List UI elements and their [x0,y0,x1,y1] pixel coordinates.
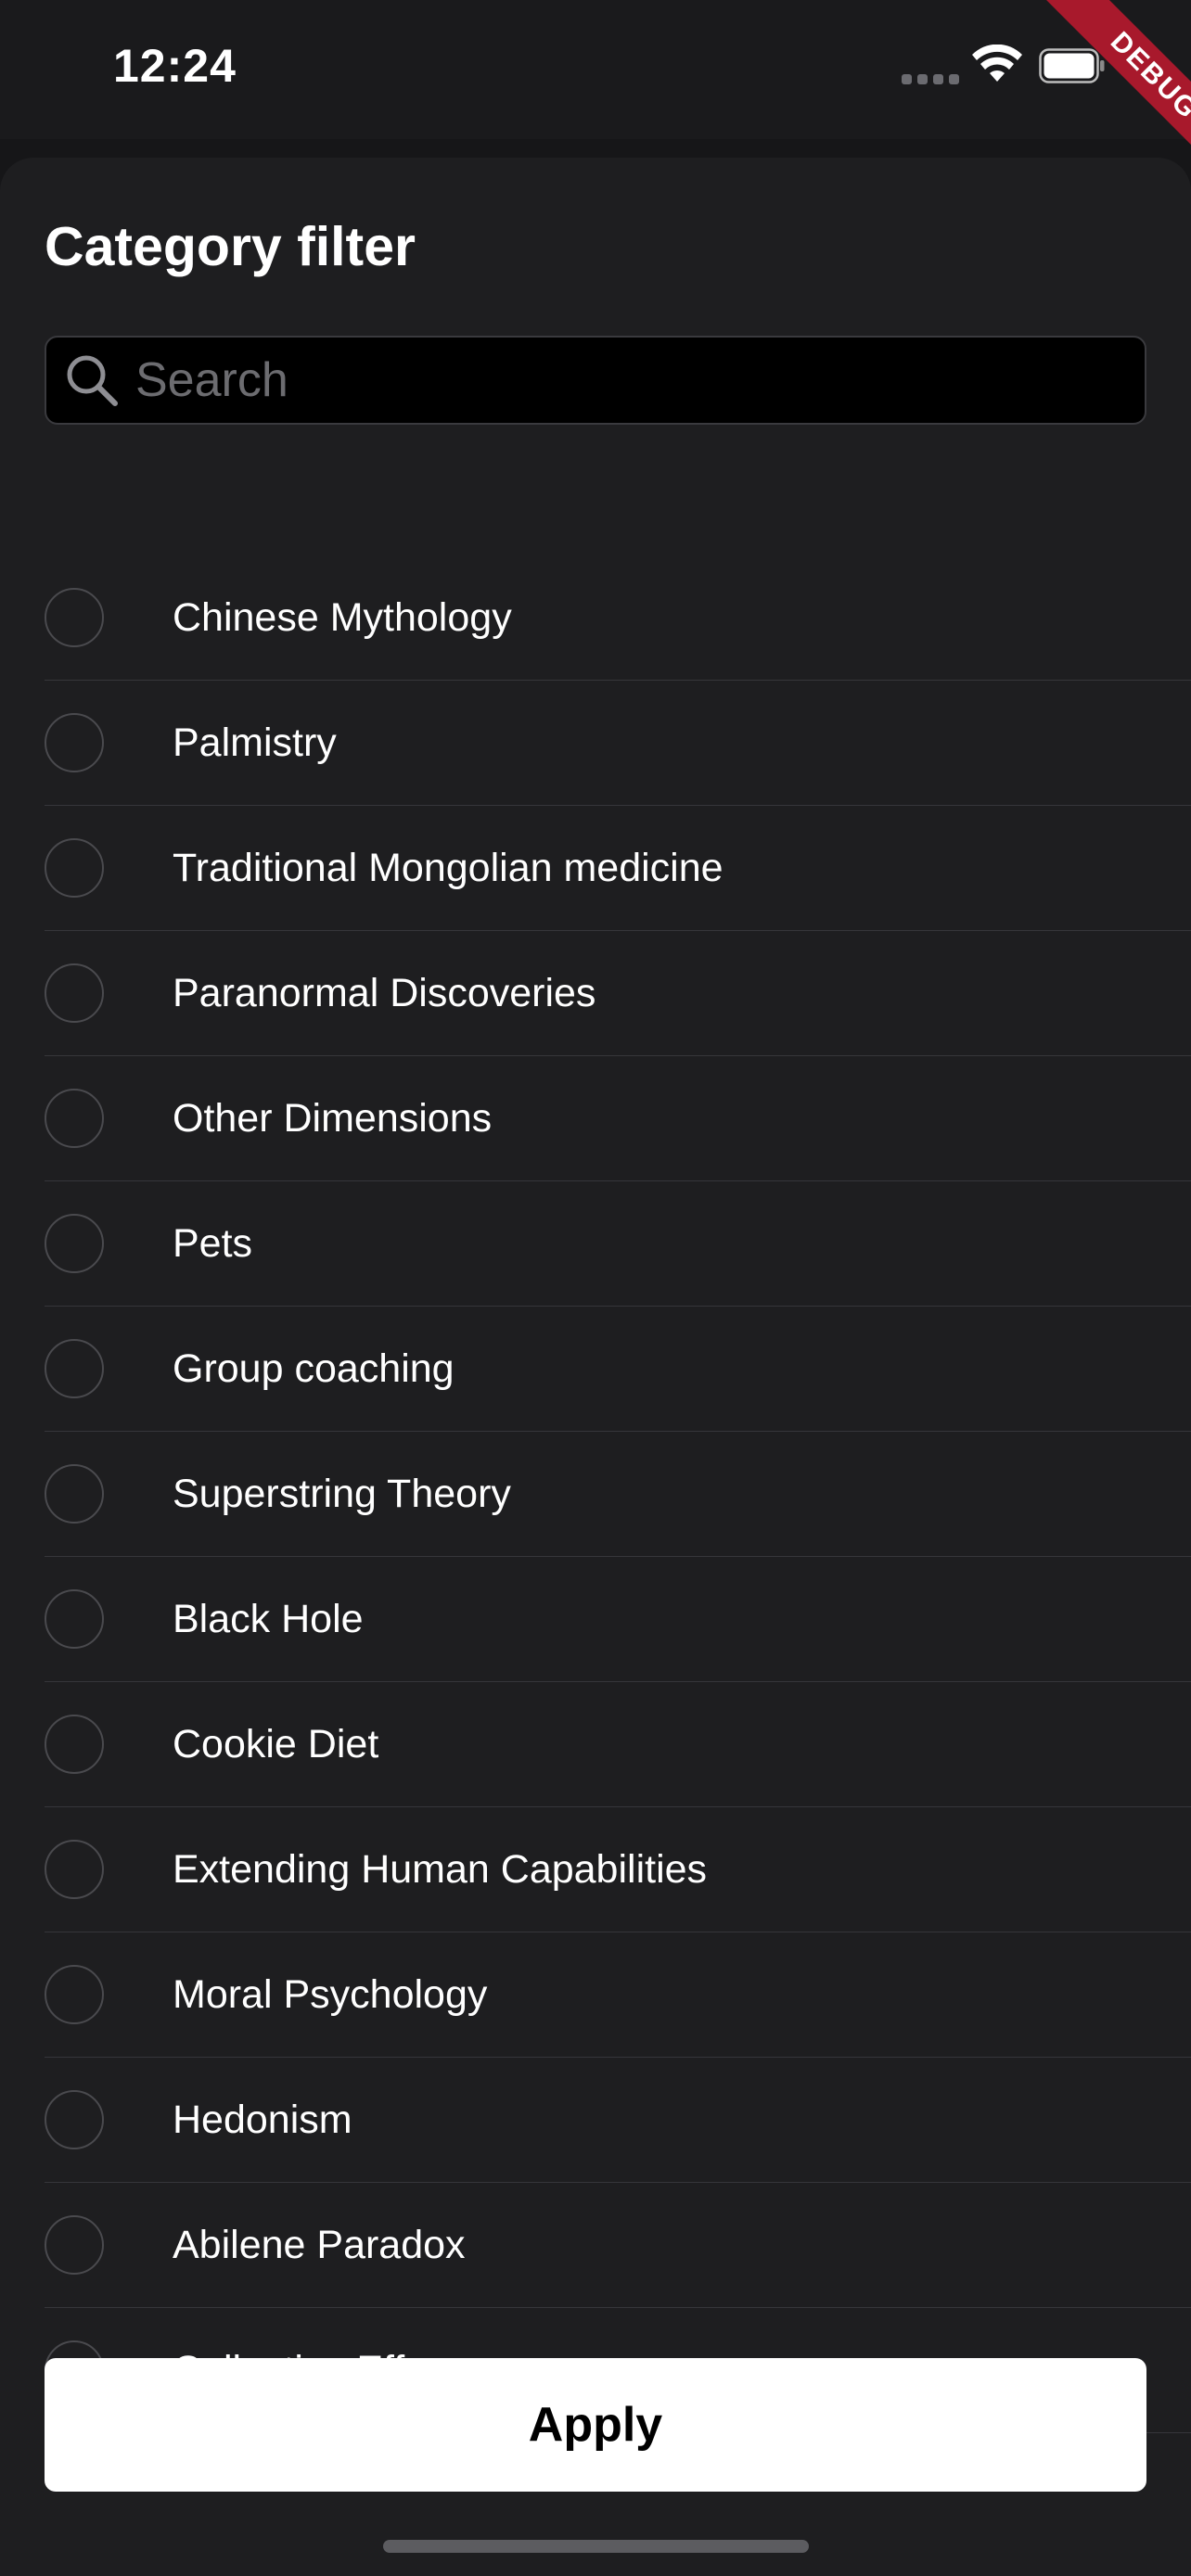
category-row[interactable]: Other Dimensions [0,1056,1191,1181]
category-row[interactable]: Traditional Mongolian medicine [0,806,1191,931]
category-row[interactable]: Superstring Theory [0,1432,1191,1557]
category-row[interactable]: Cookie Diet [0,1682,1191,1807]
category-row[interactable]: Palmistry [0,681,1191,806]
search-input[interactable] [135,343,1145,417]
category-label: Superstring Theory [173,1472,511,1516]
radio-circle-icon[interactable] [45,1589,104,1649]
radio-circle-icon[interactable] [45,1214,104,1273]
category-label: Moral Psychology [173,1972,488,2017]
sheet-title: Category filter [45,216,416,277]
category-label: Black Hole [173,1597,364,1641]
radio-circle-icon[interactable] [45,2215,104,2275]
category-label: Extending Human Capabilities [173,1847,708,1892]
category-row[interactable]: Group coaching [0,1307,1191,1432]
app-screen: 12:24 DEBUG Category filter Chinese Myth… [0,0,1191,2576]
radio-circle-icon[interactable] [45,963,104,1023]
category-row[interactable]: Black Hole [0,1557,1191,1682]
category-row[interactable]: Hedonism [0,2058,1191,2183]
home-indicator [383,2540,809,2553]
category-row[interactable]: Extending Human Capabilities [0,1807,1191,1932]
category-label: Hedonism [173,2098,352,2142]
cellular-signal-icon [902,74,959,84]
radio-circle-icon[interactable] [45,588,104,647]
wifi-icon [972,45,1022,82]
category-label: Pets [173,1221,253,1266]
category-row[interactable]: Moral Psychology [0,1932,1191,2058]
status-bar: 12:24 [0,0,1191,139]
search-box[interactable] [45,336,1146,425]
category-label: Cookie Diet [173,1722,379,1766]
apply-button[interactable]: Apply [45,2358,1146,2492]
radio-circle-icon[interactable] [45,1464,104,1524]
category-label: Paranormal Discoveries [173,971,596,1015]
status-time: 12:24 [113,40,237,92]
category-label: Traditional Mongolian medicine [173,846,724,890]
category-filter-sheet: Category filter Chinese Mythology Palmist… [0,158,1191,2576]
radio-circle-icon[interactable] [45,838,104,898]
radio-circle-icon[interactable] [45,2090,104,2149]
category-label: Palmistry [173,721,337,765]
radio-circle-icon[interactable] [45,1715,104,1774]
category-row[interactable]: Chinese Mythology [0,555,1191,681]
category-label: Chinese Mythology [173,595,512,640]
category-row[interactable]: Paranormal Discoveries [0,931,1191,1056]
category-label: Group coaching [173,1346,455,1391]
category-list: Chinese Mythology Palmistry Traditional Mo… [0,555,1191,2433]
radio-circle-icon[interactable] [45,713,104,772]
radio-circle-icon[interactable] [45,1089,104,1148]
category-row[interactable]: Pets [0,1181,1191,1307]
search-icon [67,355,118,406]
radio-circle-icon[interactable] [45,1840,104,1899]
radio-circle-icon[interactable] [45,1965,104,2024]
category-label: Abilene Paradox [173,2223,466,2267]
category-row[interactable]: Abilene Paradox [0,2183,1191,2308]
radio-circle-icon[interactable] [45,1339,104,1398]
category-label: Other Dimensions [173,1096,493,1141]
battery-icon [1039,48,1105,83]
